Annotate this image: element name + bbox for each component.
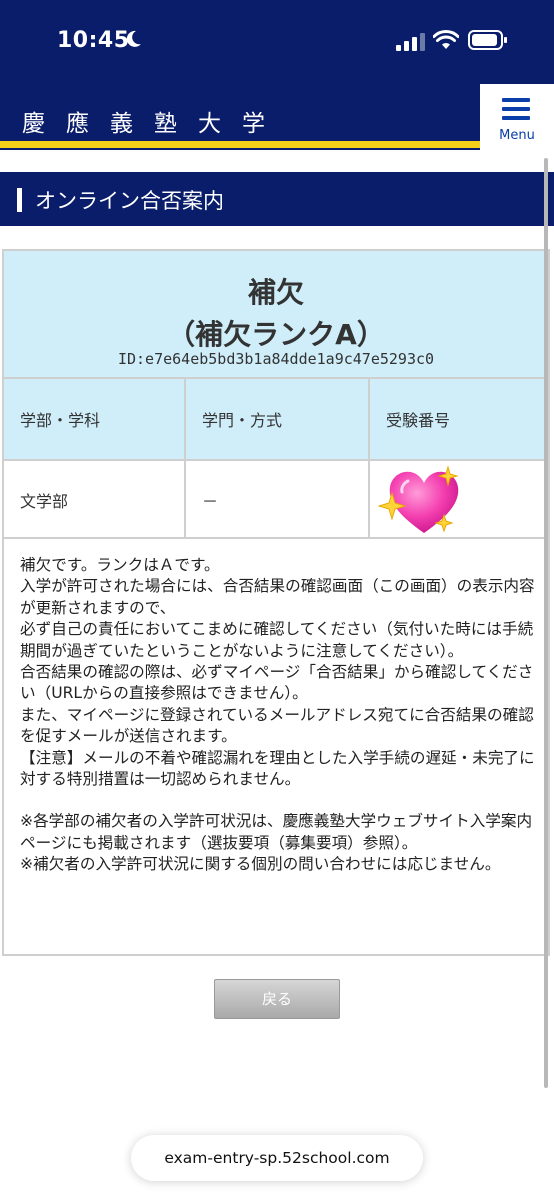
table-cell: －: [186, 461, 370, 537]
result-status-header: 補欠 （補欠ランクA） ID:e7e64eb5bd3b1a84dde1a9c47…: [4, 251, 548, 379]
table-cell: 文学部: [4, 461, 186, 537]
battery-icon: [468, 30, 507, 50]
notice-line: ※補欠者の入学許可状況に関する個別の問い合わせには応じません。: [20, 855, 501, 874]
moon-icon: [126, 30, 141, 47]
table-header-row: 学部・学科 学門・方式 受験番号: [4, 379, 548, 461]
address-bar[interactable]: exam-entry-sp.52school.com: [131, 1135, 423, 1181]
notice-line: 入学が許可された場合には、合否結果の確認画面（この画面）の表示内容が更新されます…: [20, 577, 535, 617]
sparkling-heart-icon: [378, 465, 459, 533]
column-method: 学門・方式: [202, 411, 283, 430]
column-faculty: 学部・学科: [20, 411, 101, 430]
result-id: ID:e7e64eb5bd3b1a84dde1a9c47e5293c0: [117, 350, 435, 368]
notice-line: ※各学部の補欠者の入学許可状況は、慶應義塾大学ウェブサイト入学案内ページにも掲載…: [20, 812, 533, 852]
method-value: －: [202, 492, 219, 511]
result-panel: 補欠 （補欠ランクA） ID:e7e64eb5bd3b1a84dde1a9c47…: [2, 249, 550, 956]
notice-line: また、マイページに登録されているメールアドレス宛てに合否結果の確認を促すメールが…: [20, 705, 534, 746]
menu-button[interactable]: Menu: [480, 84, 554, 150]
signal-icon: [396, 33, 425, 51]
table-header-cell: 受験番号: [370, 379, 548, 459]
notice-line: 【注意】メールの不着や確認漏れを理由とした入学手続の遅延・未完了に対する特別措置…: [20, 748, 535, 789]
notice-line: 補欠です。ランクはＡです。: [20, 556, 220, 574]
notice-text: 補欠です。ランクはＡです。 入学が許可された場合には、合否結果の確認画面（この画…: [20, 555, 536, 876]
table-header-cell: 学部・学科: [4, 379, 186, 459]
menu-label: Menu: [499, 128, 535, 143]
notice-line: 合否結果の確認の際は、必ずマイページ「合否結果」から確認してください（URLから…: [20, 663, 534, 703]
column-exam-number: 受験番号: [386, 411, 451, 430]
university-logo-text[interactable]: 慶應義塾大学: [22, 104, 286, 138]
table-row: 文学部 －: [4, 461, 548, 539]
wifi-icon: [433, 30, 459, 49]
notice-line: 必ず自己の責任においてこまめに確認してください（気付いた時には手続期間が過ぎてい…: [20, 620, 534, 660]
notice-spacer: [20, 790, 536, 811]
status-bar: 10:45: [0, 0, 554, 84]
section-marker: [17, 188, 22, 212]
section-header: オンライン合否案内: [0, 172, 554, 226]
header-accent-line: [0, 141, 480, 148]
table-header-cell: 学門・方式: [186, 379, 370, 459]
scrollbar[interactable]: [544, 158, 548, 1088]
section-title: オンライン合否案内: [35, 189, 224, 213]
back-button[interactable]: 戻る: [214, 979, 340, 1019]
result-status: 補欠: [247, 276, 304, 309]
status-time: 10:45: [57, 28, 130, 53]
table-cell: [370, 461, 548, 537]
faculty-value: 文学部: [20, 492, 69, 511]
hamburger-menu-icon: [502, 98, 530, 122]
result-rank: （補欠ランクA）: [167, 318, 385, 351]
